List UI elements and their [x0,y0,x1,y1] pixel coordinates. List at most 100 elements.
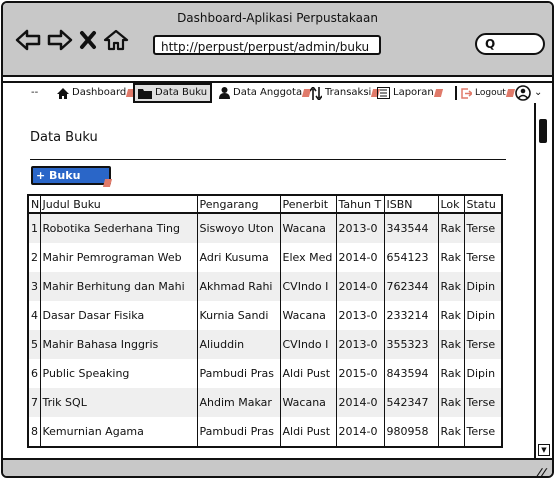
menu-item-data-anggota[interactable]: Data Anggota [219,83,312,103]
profile-menu[interactable]: ⌄ [515,83,542,103]
table-cell: 2014-0 [335,272,384,301]
column-header[interactable]: Pengarang [196,195,280,214]
table-header-row: N Judul Buku Pengarang Penerbit Tahun T … [27,195,502,214]
resize-grip-icon[interactable]: // [535,466,549,476]
menu-item-logout[interactable]: Logout [461,83,515,103]
column-header[interactable]: Judul Buku [39,195,197,214]
table-cell: CVIndo I [279,272,336,301]
table-cell: Terse [463,213,502,243]
search-box[interactable]: Q [475,33,545,55]
address-bar[interactable]: http://perpust/perpust/admin/buku [153,35,381,55]
table-cell: Ahdim Makar [196,388,280,417]
table-cell: Pambudi Pras [196,417,280,447]
table-cell: 762344 [383,272,438,301]
cursor-mark [433,89,443,97]
logout-icon [461,87,472,99]
table-row[interactable]: 3 Mahir Berhitung dan Mahi Akhmad Rahi CVIn… [27,272,502,301]
table-cell: Kemurnian Agama [39,417,197,447]
scroll-down-icon[interactable]: ▼ [538,444,550,456]
table-cell: Adri Kusuma [196,243,280,272]
scrollbar-thumb[interactable] [539,119,547,143]
table-cell: Trik SQL [39,388,197,417]
menu-item-label: Laporan [393,87,434,98]
table-cell: Rak [437,330,464,359]
table-cell: Wacana [279,301,336,330]
menu-item-label: Data Anggota [233,87,303,98]
user-circle-icon [515,85,531,101]
forward-icon[interactable] [47,29,73,51]
list-icon [377,87,390,99]
table-cell: Public Speaking [39,359,197,388]
table-row[interactable]: 1 Robotika Sederhana Ting Siswoyo Uton Waca… [27,213,502,243]
table-cell: 233214 [383,301,438,330]
table-cell: Mahir Pemrograman Web [39,243,197,272]
table-cell: 2013-0 [335,301,384,330]
column-header[interactable]: N [27,195,40,214]
column-header[interactable]: Penerbit [279,195,336,214]
window-title: Dashboard-Aplikasi Perpustakaan [177,11,378,25]
page-title: Data Buku [30,130,98,145]
table-cell: 4 [27,301,40,330]
table-cell: Aldi Pust [279,359,336,388]
table-row[interactable]: 4 Dasar Dasar Fisika Kurnia Sandi Wacana 201… [27,301,502,330]
close-icon[interactable] [79,30,97,50]
table-cell: 2015-0 [335,359,384,388]
table-cell: Rak [437,272,464,301]
table-cell: Wacana [279,388,336,417]
search-icon: Q [485,37,496,51]
table-cell: 5 [27,330,40,359]
table-cell: Rak [437,243,464,272]
column-header[interactable]: Lok [437,195,464,214]
home-icon [57,87,69,99]
menu-item-label: Logout [475,88,506,98]
table-cell: Aldi Pust [279,417,336,447]
table-row[interactable]: 6 Public Speaking Pambudi Pras Aldi Pust 201… [27,359,502,388]
folder-icon [138,88,152,99]
column-header[interactable]: Statu [463,195,502,214]
menu-item-dashboard[interactable]: Dashboard [57,83,136,103]
table-cell: 343544 [383,213,438,243]
column-header[interactable]: Tahun T [335,195,384,214]
table-cell: 542347 [383,388,438,417]
menu-item-label: Dashboard [72,87,127,98]
table-cell: Mahir Bahasa Inggris [39,330,197,359]
sort-icon [310,86,322,100]
table-cell: 843594 [383,359,438,388]
divider [30,159,506,160]
back-icon[interactable] [15,29,41,51]
menu-item-data-buku[interactable]: Data Buku [133,83,213,103]
table-cell: Dasar Dasar Fisika [39,301,197,330]
books-table: N Judul Buku Pengarang Penerbit Tahun T … [27,194,503,448]
vertical-scrollbar[interactable]: ▼ [534,103,552,458]
table-cell: 980958 [383,417,438,447]
add-book-button[interactable]: + Buku Baru [31,166,113,197]
table-cell: Aliuddin [196,330,280,359]
table-cell: 3 [27,272,40,301]
table-cell: Dipin [463,272,502,301]
menu-item-transaksi[interactable]: Transaksi [310,83,381,103]
table-cell: Rak [437,359,464,388]
table-cell: 2013-0 [335,330,384,359]
table-cell: Terse [463,417,502,447]
table-cell: Rak [437,388,464,417]
menu-item-laporan[interactable]: Laporan [377,83,443,103]
table-cell: Terse [463,388,502,417]
table-row[interactable]: 5 Mahir Bahasa Inggris Aliuddin CVIndo I 201… [27,330,502,359]
menu-item-label: Data Buku [155,87,208,98]
table-row[interactable]: 7 Trik SQL Ahdim Makar Wacana 2014-0 542347 Ra… [27,388,502,417]
table-row[interactable]: 2 Mahir Pemrograman Web Adri Kusuma Elex Me… [27,243,502,272]
chevron-down-icon: ⌄ [534,87,543,98]
table-cell: CVIndo I [279,330,336,359]
column-header[interactable]: ISBN [383,195,438,214]
browser-statusbar: // [3,458,552,476]
menu-lead: -- [31,87,39,98]
table-cell: 8 [27,417,40,447]
menu-item-label: Transaksi [325,87,372,98]
menu-separator [455,86,457,100]
nav-controls [15,29,129,51]
table-cell: Dipin [463,301,502,330]
table-row[interactable]: 8 Kemurnian Agama Pambudi Pras Aldi Pust 201… [27,417,502,447]
home-icon[interactable] [103,29,129,51]
table-cell: 2014-0 [335,243,384,272]
table-cell: 2014-0 [335,388,384,417]
